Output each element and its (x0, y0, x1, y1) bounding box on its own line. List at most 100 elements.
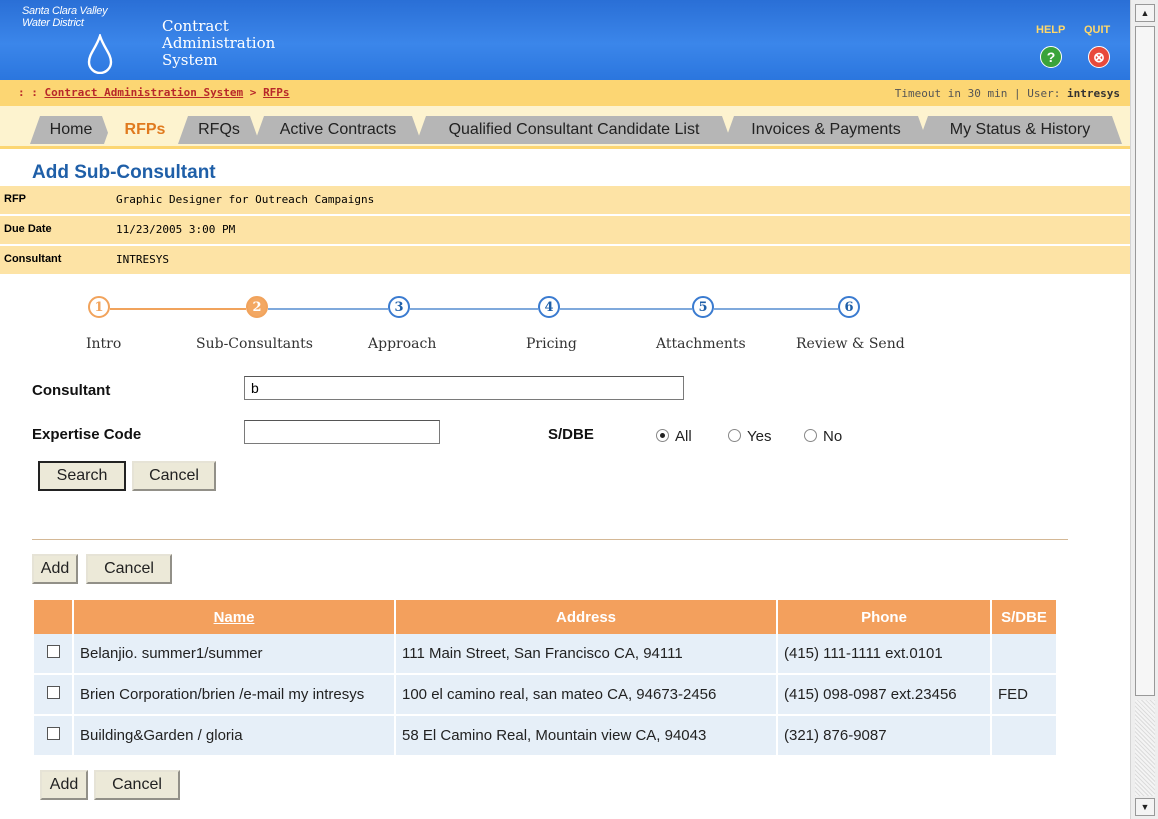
step-attachments-icon[interactable]: 5 (692, 296, 714, 318)
due-date-label: Due Date (4, 223, 52, 235)
wizard-steps: 1 2 3 4 5 6 Intro Sub-Consultants Approa… (0, 296, 1000, 366)
add-button-bottom[interactable]: Add (40, 770, 88, 800)
consultant-results-table: Name Address Phone S/DBE Belanjio. summe… (34, 600, 1058, 757)
consultant-search-label: Consultant (32, 382, 111, 399)
tab-home[interactable]: Home (30, 116, 112, 144)
expertise-code-input[interactable] (244, 420, 440, 444)
scrollbar-track[interactable] (1135, 700, 1155, 796)
step-attachments-label[interactable]: Attachments (656, 336, 746, 352)
row-select-cell (34, 634, 74, 675)
row-select-cell (34, 716, 74, 757)
cancel-button-top[interactable]: Cancel (86, 554, 172, 584)
table-row: Belanjio. summer1/summer 111 Main Street… (34, 634, 1058, 675)
step-review-send-label[interactable]: Review & Send (796, 336, 905, 352)
help-icon[interactable]: ? (1040, 46, 1062, 68)
step-pricing-icon[interactable]: 4 (538, 296, 560, 318)
step-sub-consultants-icon[interactable]: 2 (246, 296, 268, 318)
name-column-header[interactable]: Name (74, 600, 396, 634)
consultant-info-label: Consultant (4, 253, 62, 265)
address-cell: 58 El Camino Real, Mountain view CA, 940… (396, 716, 778, 757)
due-date-info-row: Due Date 11/23/2005 3:00 PM (0, 216, 1130, 246)
name-cell: Belanjio. summer1/summer (74, 634, 396, 675)
section-divider (32, 539, 1068, 540)
breadcrumb-prefix: : : (18, 86, 45, 99)
scroll-up-arrow-icon[interactable]: ▲ (1135, 4, 1155, 22)
session-divider: | (1007, 87, 1028, 100)
address-column-header: Address (396, 600, 778, 634)
radio-icon[interactable] (728, 429, 741, 442)
name-cell: Building&Garden / gloria (74, 716, 396, 757)
tab-qualified-consultant-candidate-list[interactable]: Qualified Consultant Candidate List (416, 116, 732, 144)
scrollbar-thumb[interactable] (1135, 26, 1155, 696)
consultant-search-input[interactable] (244, 376, 684, 400)
step-review-send-icon[interactable]: 6 (838, 296, 860, 318)
breadcrumb-separator: > (243, 86, 264, 99)
step-intro-icon[interactable]: 1 (88, 296, 110, 318)
tab-rfps[interactable]: RFPs (104, 116, 186, 144)
timeout-text: Timeout in 30 min (894, 87, 1008, 100)
due-date-value: 11/23/2005 3:00 PM (116, 223, 236, 236)
tab-active-contracts[interactable]: Active Contracts (254, 116, 422, 144)
step-connector (268, 308, 388, 310)
row-select-checkbox[interactable] (46, 686, 60, 699)
search-button[interactable]: Search (38, 461, 126, 491)
radio-icon[interactable] (804, 429, 817, 442)
row-select-checkbox[interactable] (46, 645, 60, 658)
tab-my-status-history[interactable]: My Status & History (918, 116, 1122, 144)
system-title-line: Contract (162, 17, 229, 35)
breadcrumb-bar: : : Contract Administration System > RFP… (0, 80, 1130, 106)
cancel-button-bottom[interactable]: Cancel (94, 770, 180, 800)
step-connector (410, 308, 538, 310)
scroll-down-arrow-icon[interactable]: ▼ (1135, 798, 1155, 816)
sdbe-radio-no[interactable]: No (804, 428, 842, 445)
sdbe-cell (992, 634, 1058, 675)
breadcrumb-root-link[interactable]: Contract Administration System (45, 86, 244, 99)
help-link[interactable]: HELP (1036, 24, 1065, 36)
table-row: Brien Corporation/brien /e-mail my intre… (34, 675, 1058, 716)
step-intro-label[interactable]: Intro (86, 336, 121, 352)
water-drop-icon (87, 34, 113, 74)
step-approach-icon[interactable]: 3 (388, 296, 410, 318)
address-cell: 100 el camino real, san mateo CA, 94673-… (396, 675, 778, 716)
breadcrumb-current-link[interactable]: RFPs (263, 86, 290, 99)
sdbe-radio-yes[interactable]: Yes (728, 428, 771, 445)
search-cancel-button[interactable]: Cancel (132, 461, 216, 491)
step-pricing-label[interactable]: Pricing (526, 336, 577, 352)
row-select-checkbox[interactable] (46, 727, 60, 740)
step-connector (714, 308, 838, 310)
rfp-info-row: RFP Graphic Designer for Outreach Campai… (0, 186, 1130, 216)
step-connector (560, 308, 692, 310)
table-row: Building&Garden / gloria 58 El Camino Re… (34, 716, 1058, 757)
quit-link[interactable]: QUIT (1084, 24, 1110, 36)
row-select-cell (34, 675, 74, 716)
system-title-line: Administration (162, 34, 276, 52)
sdbe-cell (992, 716, 1058, 757)
user-label: User: (1027, 87, 1068, 100)
vertical-scrollbar[interactable]: ▲ ▼ (1130, 0, 1158, 819)
page-heading: Add Sub-Consultant (18, 148, 278, 183)
radio-selected-icon[interactable] (656, 429, 669, 442)
address-cell: 111 Main Street, San Francisco CA, 94111 (396, 634, 778, 675)
table-header-row: Name Address Phone S/DBE (34, 600, 1058, 634)
page-title: Add Sub-Consultant (32, 162, 216, 183)
consultant-info-value: INTRESYS (116, 253, 169, 266)
sdbe-column-header: S/DBE (992, 600, 1058, 634)
step-sub-consultants-label[interactable]: Sub-Consultants (196, 336, 313, 352)
phone-cell: (321) 876-9087 (778, 716, 992, 757)
sdbe-filter-label: S/DBE (548, 426, 594, 443)
sdbe-radio-all-label: All (675, 428, 692, 445)
sdbe-radio-all[interactable]: All (656, 428, 692, 445)
app-header: Santa Clara Valley Water District Contra… (0, 0, 1130, 80)
name-cell: Brien Corporation/brien /e-mail my intre… (74, 675, 396, 716)
consultant-info-row: Consultant INTRESYS (0, 246, 1130, 276)
select-column-header (34, 600, 74, 634)
tab-invoices-payments[interactable]: Invoices & Payments (724, 116, 928, 144)
add-button-top[interactable]: Add (32, 554, 78, 584)
sdbe-cell: FED (992, 675, 1058, 716)
step-approach-label[interactable]: Approach (368, 336, 436, 352)
quit-icon[interactable]: ⊗ (1088, 46, 1110, 68)
page: Santa Clara Valley Water District Contra… (0, 0, 1130, 819)
phone-cell: (415) 098-0987 ext.23456 (778, 675, 992, 716)
tab-rfqs[interactable]: RFQs (178, 116, 260, 144)
session-info: Timeout in 30 min | User: intresys (895, 87, 1120, 100)
